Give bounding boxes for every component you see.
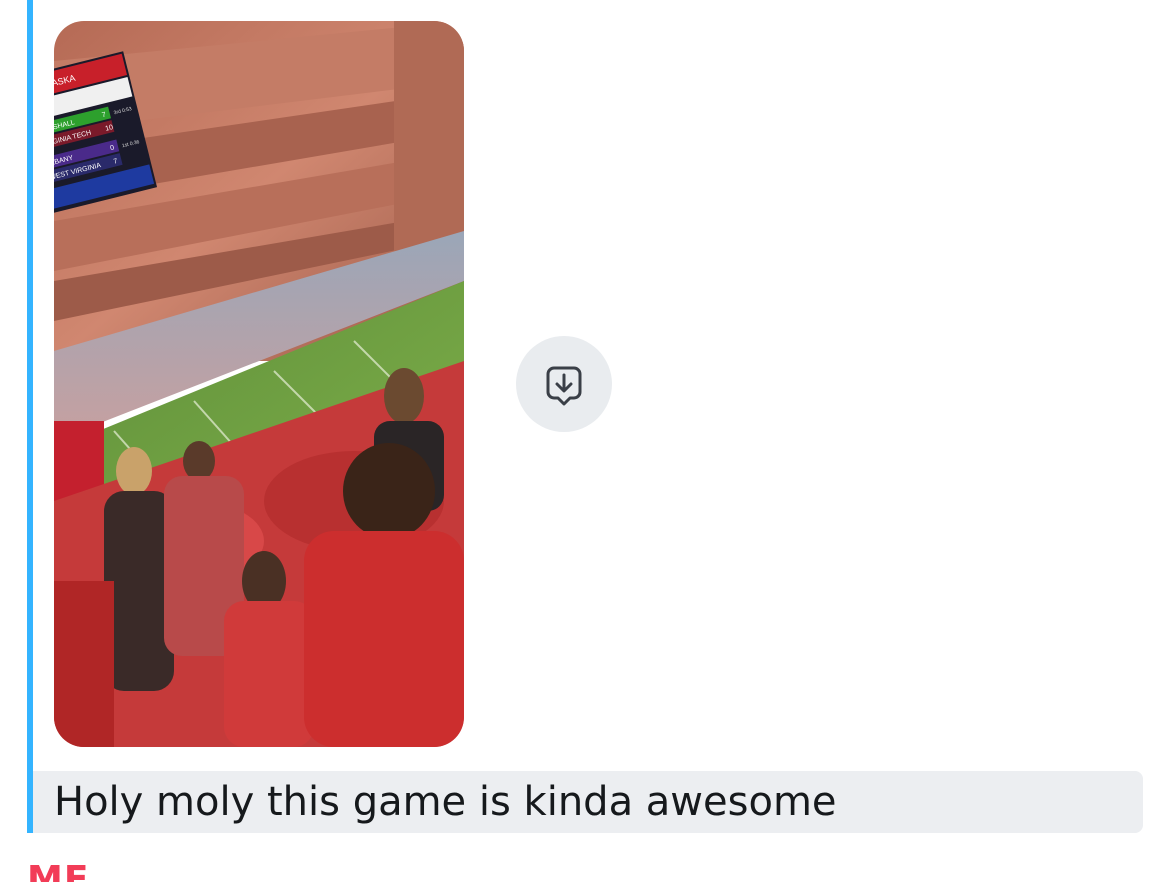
chat-message-text: Holy moly this game is kinda awesome — [54, 779, 837, 825]
chat-thread: NEBRASKA MARSHALL 7 3rd 0:53 VIRGINIA TE… — [0, 0, 1170, 882]
save-to-memories-button[interactable] — [516, 336, 612, 432]
stadium-photo-image: NEBRASKA MARSHALL 7 3rd 0:53 VIRGINIA TE… — [54, 21, 464, 747]
sender-color-bar — [27, 0, 33, 833]
next-sender-label: ME — [27, 859, 90, 882]
chat-message[interactable]: Holy moly this game is kinda awesome — [33, 771, 1143, 833]
snap-photo[interactable]: NEBRASKA MARSHALL 7 3rd 0:53 VIRGINIA TE… — [54, 21, 464, 747]
save-download-icon — [546, 366, 582, 406]
